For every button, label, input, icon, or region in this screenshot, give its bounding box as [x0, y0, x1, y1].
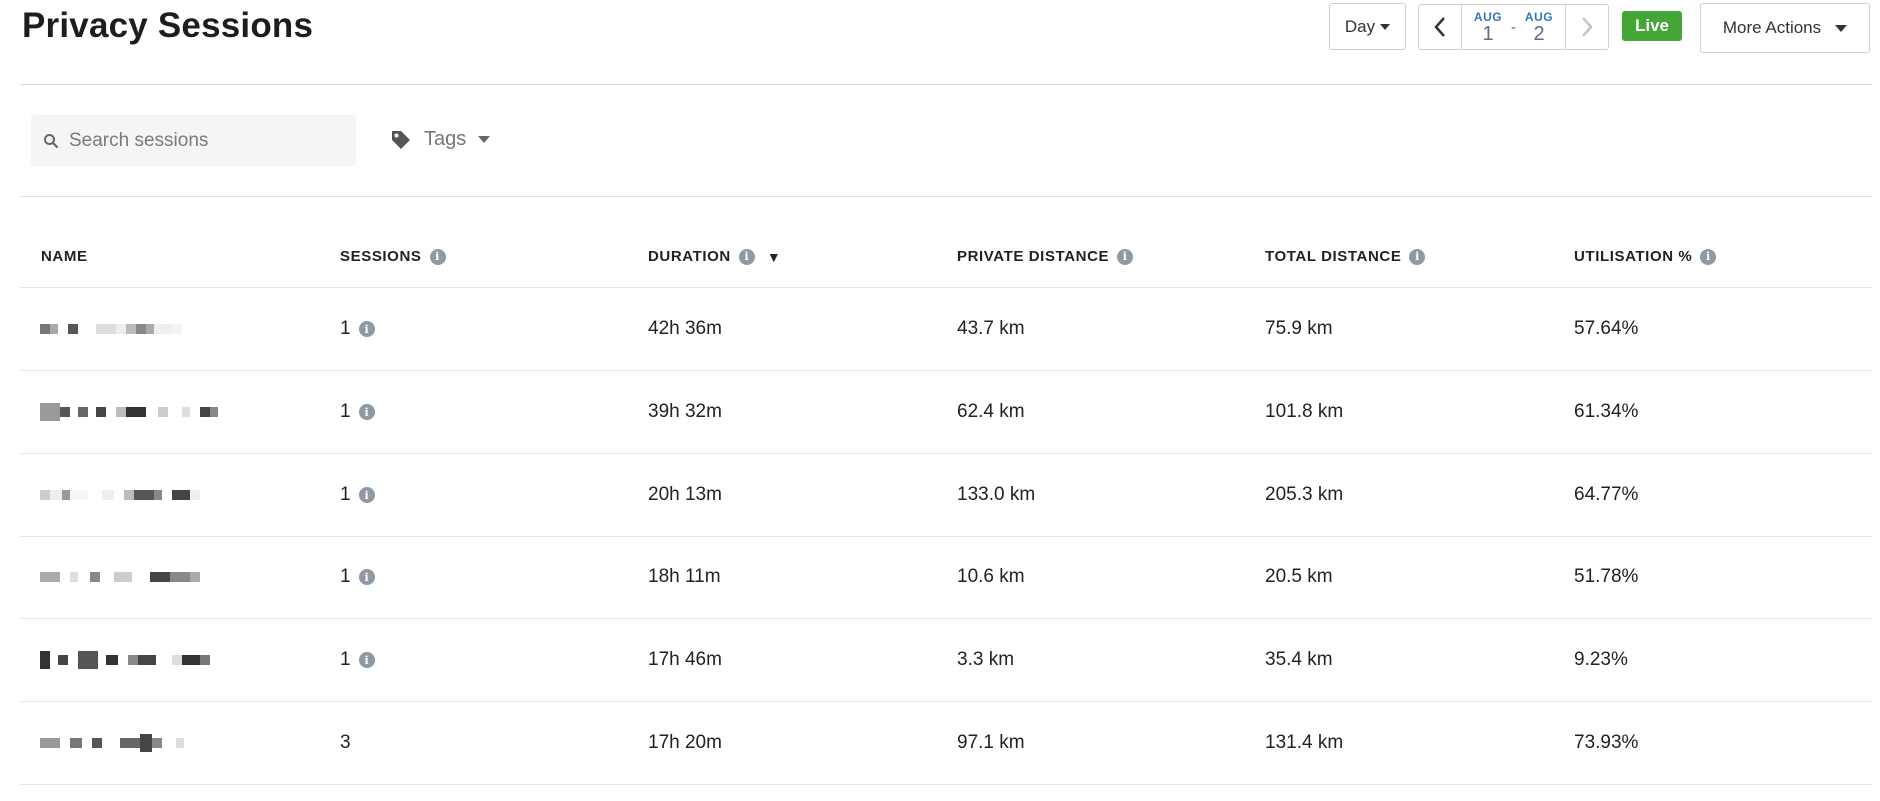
- private-distance-cell: 43.7 km: [957, 318, 1025, 339]
- column-header-utilisation[interactable]: UTILISATION % i: [1574, 248, 1717, 265]
- utilisation-cell: 51.78%: [1574, 566, 1639, 587]
- caret-down-icon: [478, 136, 491, 143]
- private-distance-cell: 62.4 km: [957, 401, 1025, 422]
- redacted-name: [40, 565, 200, 589]
- total-distance-cell: 35.4 km: [1265, 649, 1333, 670]
- private-distance-cell: 97.1 km: [957, 732, 1025, 753]
- column-header-name[interactable]: NAME: [41, 248, 88, 265]
- caret-down-icon: [1380, 23, 1391, 30]
- date-separator: -: [1511, 18, 1516, 36]
- sessions-cell: 1i: [340, 565, 375, 589]
- duration-cell: 39h 32m: [648, 401, 722, 422]
- redacted-name: [40, 400, 218, 424]
- page-title: Privacy Sessions: [22, 6, 314, 45]
- row-divider: [20, 618, 1872, 619]
- utilisation-cell: 73.93%: [1574, 732, 1639, 753]
- column-header-duration[interactable]: DURATION i ▼: [648, 248, 781, 265]
- more-actions-label: More Actions: [1722, 18, 1822, 37]
- more-actions-button[interactable]: More Actions: [1700, 3, 1870, 53]
- info-icon[interactable]: i: [1409, 248, 1426, 265]
- private-distance-cell: 133.0 km: [957, 484, 1036, 505]
- row-divider: [20, 370, 1872, 371]
- info-icon[interactable]: i: [358, 321, 375, 337]
- redacted-name: [40, 731, 184, 755]
- row-divider: [20, 453, 1872, 454]
- total-distance-cell: 75.9 km: [1265, 318, 1333, 339]
- tag-icon: [392, 130, 410, 149]
- search-box[interactable]: [31, 115, 356, 166]
- info-icon[interactable]: i: [429, 248, 446, 265]
- column-header-total-distance[interactable]: TOTAL DISTANCE i: [1265, 248, 1426, 265]
- info-icon[interactable]: i: [358, 652, 375, 668]
- sessions-cell: 1i: [340, 648, 375, 672]
- redacted-name: [40, 483, 200, 507]
- duration-cell: 18h 11m: [648, 566, 721, 587]
- total-distance-cell: 205.3 km: [1265, 484, 1344, 505]
- column-header-private-distance[interactable]: PRIVATE DISTANCE i: [957, 248, 1134, 265]
- live-badge[interactable]: Live: [1622, 11, 1682, 41]
- date-from[interactable]: AUG 1: [1469, 9, 1507, 45]
- date-from-month: AUG: [1473, 9, 1503, 24]
- chevron-right-icon[interactable]: [1566, 5, 1608, 49]
- info-icon[interactable]: i: [358, 487, 375, 503]
- header-divider: [20, 84, 1872, 85]
- info-icon[interactable]: i: [358, 569, 375, 585]
- tags-label: Tags: [424, 128, 467, 150]
- date-from-day: 1: [1482, 22, 1494, 45]
- date-range-picker: AUG 1 - AUG 2: [1418, 4, 1609, 50]
- duration-cell: 17h 20m: [648, 732, 722, 753]
- caret-down-icon: [1835, 24, 1848, 32]
- chevron-left-icon[interactable]: [1419, 5, 1461, 49]
- sort-descending-icon: ▼: [766, 248, 782, 265]
- column-header-sessions[interactable]: SESSIONS i: [340, 248, 446, 265]
- private-distance-cell: 10.6 km: [957, 566, 1025, 587]
- table-header-divider: [20, 287, 1872, 288]
- sessions-cell: 3: [340, 732, 351, 753]
- date-range-display: AUG 1 - AUG 2: [1461, 5, 1566, 49]
- private-distance-cell: 3.3 km: [957, 649, 1015, 670]
- utilisation-cell: 64.77%: [1574, 484, 1639, 505]
- period-dropdown[interactable]: Day: [1329, 3, 1406, 50]
- duration-cell: 17h 46m: [648, 649, 722, 670]
- sessions-cell: 1i: [340, 483, 375, 507]
- info-icon[interactable]: i: [738, 248, 755, 265]
- filter-divider: [20, 196, 1872, 197]
- sessions-cell: 1i: [340, 400, 375, 424]
- utilisation-cell: 57.64%: [1574, 318, 1639, 339]
- row-divider: [20, 536, 1872, 537]
- info-icon[interactable]: i: [1700, 248, 1717, 265]
- total-distance-cell: 131.4 km: [1265, 732, 1344, 753]
- period-label: Day: [1344, 16, 1376, 36]
- duration-cell: 42h 36m: [648, 318, 722, 339]
- row-divider: [20, 784, 1872, 785]
- sessions-cell: 1i: [340, 317, 375, 341]
- total-distance-cell: 101.8 km: [1265, 401, 1344, 422]
- date-to[interactable]: AUG 2: [1520, 9, 1558, 45]
- duration-cell: 20h 13m: [648, 484, 722, 505]
- utilisation-cell: 61.34%: [1574, 401, 1639, 422]
- total-distance-cell: 20.5 km: [1265, 566, 1333, 587]
- utilisation-cell: 9.23%: [1574, 649, 1628, 670]
- date-to-day: 2: [1533, 22, 1545, 45]
- redacted-name: [40, 317, 182, 341]
- redacted-name: [40, 648, 210, 672]
- info-icon[interactable]: i: [358, 404, 375, 420]
- tags-filter[interactable]: Tags: [390, 128, 491, 151]
- row-divider: [20, 701, 1872, 702]
- date-to-month: AUG: [1524, 9, 1554, 24]
- search-input[interactable]: [69, 129, 329, 152]
- search-icon: [44, 133, 59, 148]
- info-icon[interactable]: i: [1117, 248, 1134, 265]
